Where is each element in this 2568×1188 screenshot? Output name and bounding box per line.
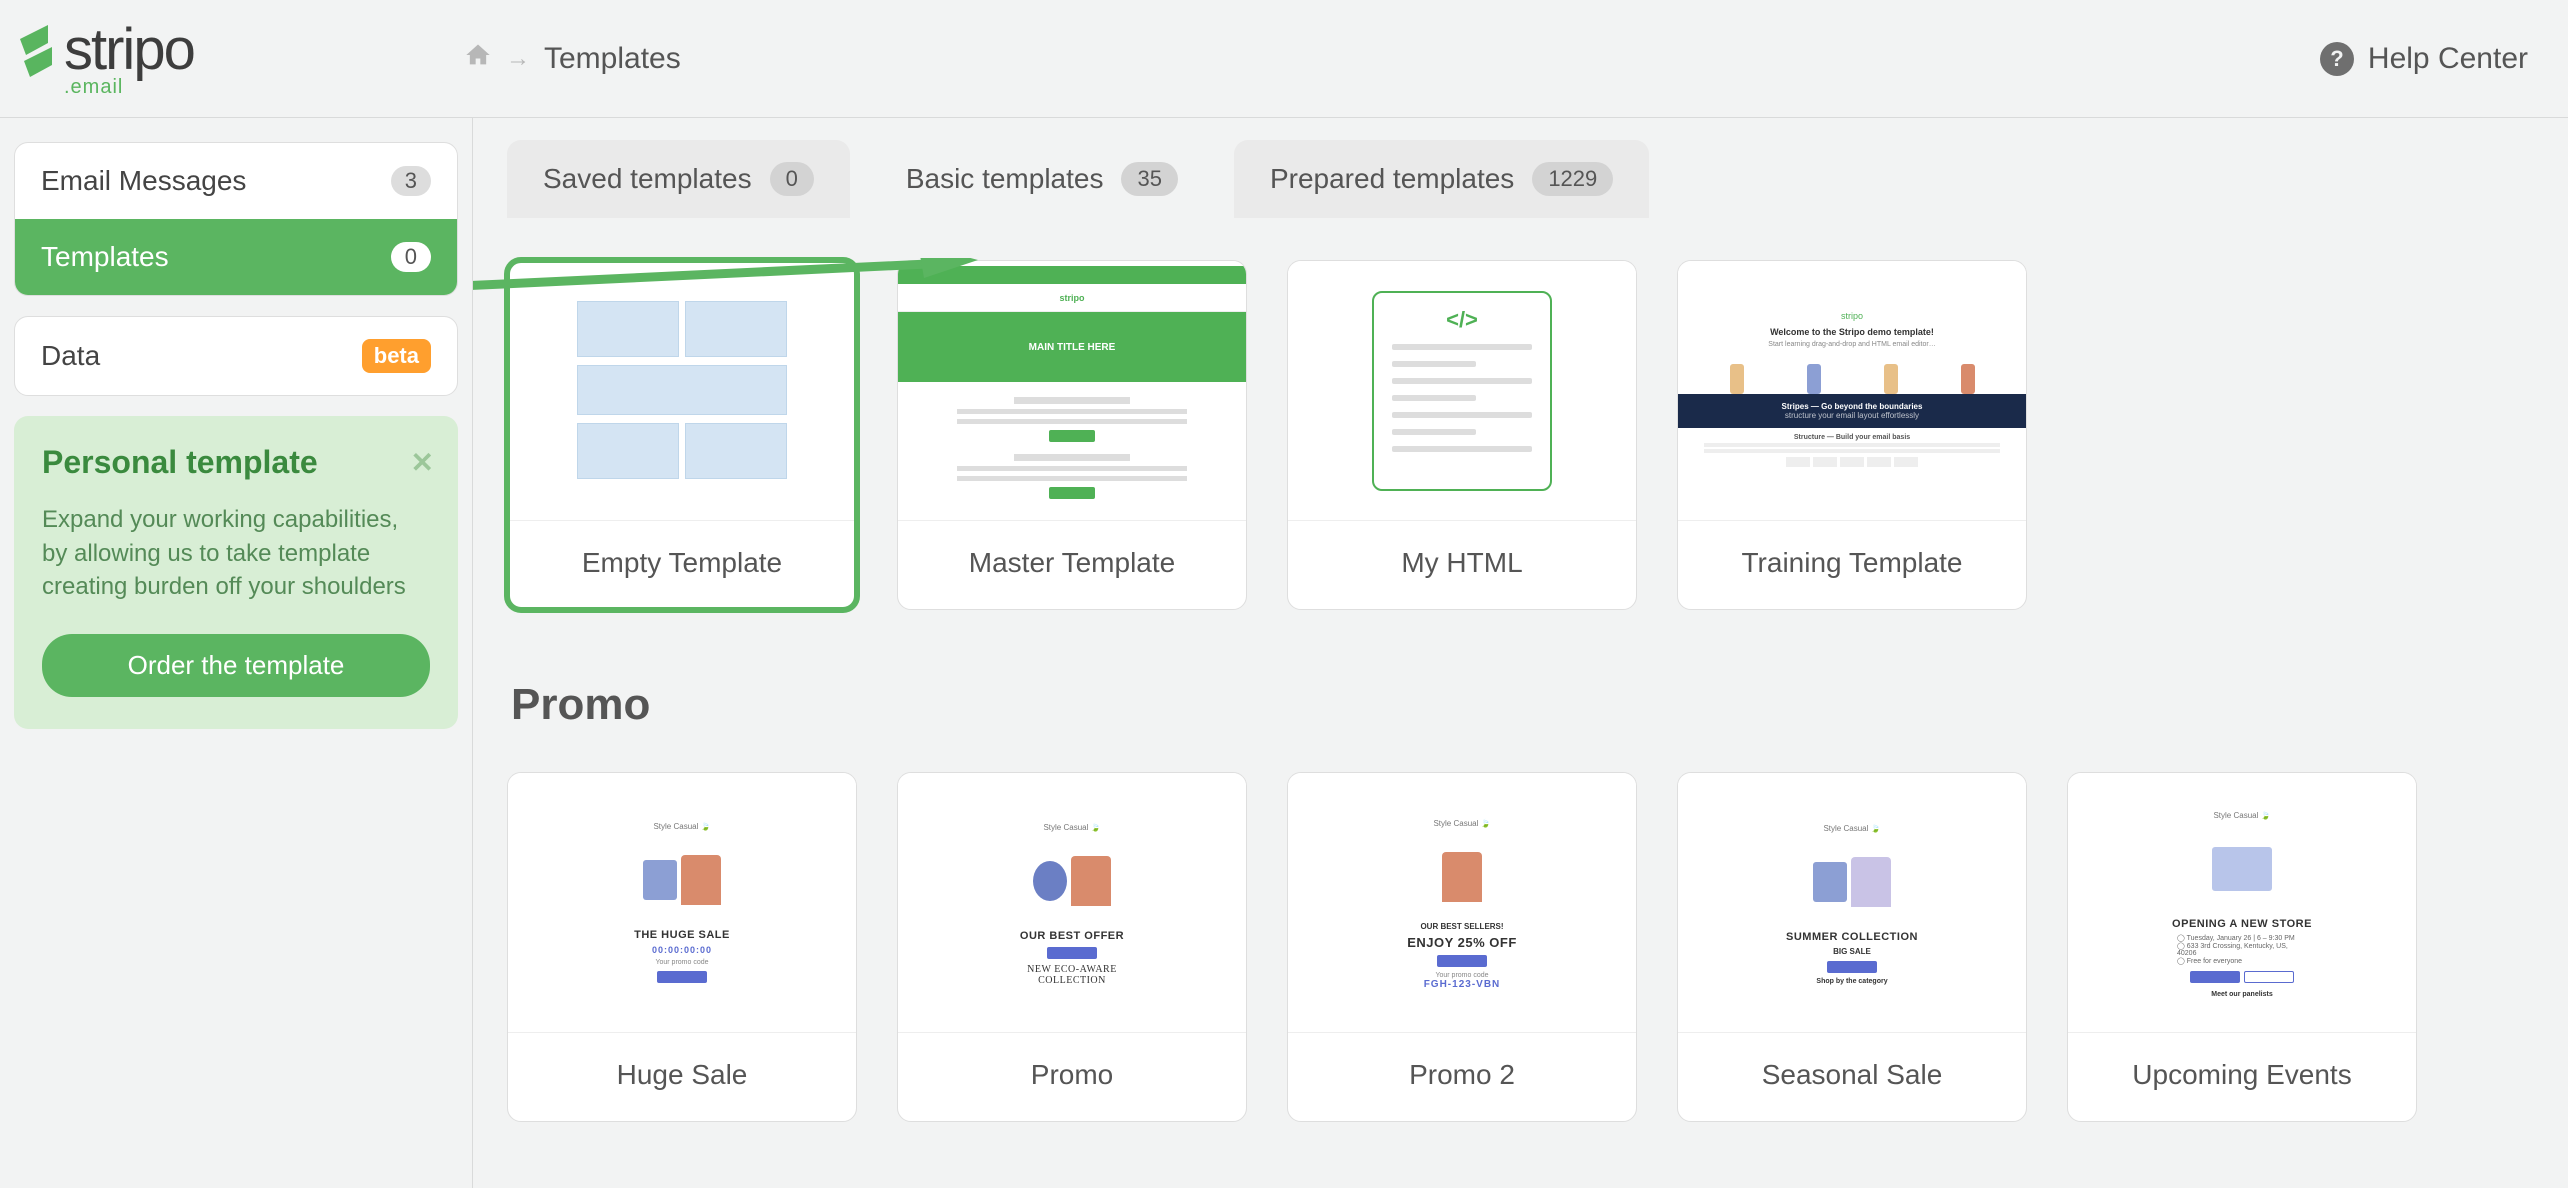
tab-label: Prepared templates — [1270, 163, 1514, 195]
topbar: stripo .email → Templates ? Help Center — [0, 0, 2568, 118]
section-title-promo: Promo — [511, 680, 2568, 730]
sidebar: Email Messages 3 Templates 0 Data beta ✕… — [0, 118, 473, 1188]
promo-templates-grid: Style Casual 🍃 THE HUGE SALE 00:00:00:00… — [507, 772, 2568, 1122]
template-label: Seasonal Sale — [1678, 1033, 2026, 1121]
order-template-button[interactable]: Order the template — [42, 634, 430, 697]
sidebar-item-label: Email Messages — [41, 165, 246, 197]
promo-card-body: Expand your working capabilities, by all… — [42, 503, 430, 604]
template-label: Master Template — [898, 521, 1246, 609]
home-icon[interactable] — [464, 41, 492, 77]
template-card-promo[interactable]: Style Casual 🍃 OUR BEST OFFER NEW ECO-AW… — [897, 772, 1247, 1122]
sidebar-item-count: 3 — [391, 166, 431, 196]
basic-templates-grid: Empty Template stripo MAIN TITLE HERE — [507, 260, 2568, 610]
tab-prepared-templates[interactable]: Prepared templates 1229 — [1234, 140, 1649, 218]
main-content: Saved templates 0 Basic templates 35 Pre… — [473, 118, 2568, 1188]
sidebar-item-email-messages[interactable]: Email Messages 3 — [15, 143, 457, 219]
logo[interactable]: stripo .email — [14, 21, 464, 97]
template-card-promo-2[interactable]: Style Casual 🍃 OUR BEST SELLERS! ENJOY 2… — [1287, 772, 1637, 1122]
template-label: Huge Sale — [508, 1033, 856, 1121]
sidebar-item-count: 0 — [391, 242, 431, 272]
tab-count: 0 — [770, 162, 814, 196]
template-card-training[interactable]: stripo Welcome to the Stripo demo templa… — [1677, 260, 2027, 610]
template-preview — [508, 261, 856, 521]
sidebar-item-label: Data — [41, 340, 100, 372]
template-card-master[interactable]: stripo MAIN TITLE HERE Master Template — [897, 260, 1247, 610]
breadcrumb: → Templates — [464, 41, 681, 77]
template-card-upcoming-events[interactable]: Style Casual 🍃 OPENING A NEW STORE ◯ Tue… — [2067, 772, 2417, 1122]
template-preview: </> — [1288, 261, 1636, 521]
help-icon[interactable]: ? — [2320, 42, 2354, 76]
template-label: Promo — [898, 1033, 1246, 1121]
template-preview: Style Casual 🍃 THE HUGE SALE 00:00:00:00… — [508, 773, 856, 1033]
code-icon: </> — [1392, 307, 1532, 333]
sidebar-item-templates[interactable]: Templates 0 — [15, 219, 457, 295]
sidebar-item-data[interactable]: Data beta — [14, 316, 458, 396]
template-card-empty[interactable]: Empty Template — [507, 260, 857, 610]
template-label: Training Template — [1678, 521, 2026, 609]
tab-label: Basic templates — [906, 163, 1104, 195]
logo-mark-icon — [14, 21, 58, 91]
template-tabs: Saved templates 0 Basic templates 35 Pre… — [507, 140, 2568, 218]
template-preview: stripo MAIN TITLE HERE — [898, 261, 1246, 521]
sidebar-menu: Email Messages 3 Templates 0 — [14, 142, 458, 296]
template-label: My HTML — [1288, 521, 1636, 609]
logo-sub: .email — [64, 77, 194, 97]
template-preview: stripo Welcome to the Stripo demo templa… — [1678, 261, 2026, 521]
sidebar-item-label: Templates — [41, 241, 169, 273]
promo-card-title: Personal template — [42, 444, 430, 481]
promo-card: ✕ Personal template Expand your working … — [14, 416, 458, 729]
template-preview: Style Casual 🍃 SUMMER COLLECTION BIG SAL… — [1678, 773, 2026, 1033]
tab-label: Saved templates — [543, 163, 752, 195]
help-center-link[interactable]: Help Center — [2368, 42, 2528, 76]
close-icon[interactable]: ✕ — [411, 446, 434, 479]
tab-basic-templates[interactable]: Basic templates 35 — [870, 140, 1214, 218]
template-card-huge-sale[interactable]: Style Casual 🍃 THE HUGE SALE 00:00:00:00… — [507, 772, 857, 1122]
template-preview: Style Casual 🍃 OUR BEST SELLERS! ENJOY 2… — [1288, 773, 1636, 1033]
template-card-my-html[interactable]: </> My HTML — [1287, 260, 1637, 610]
tab-count: 1229 — [1532, 162, 1613, 196]
template-card-seasonal-sale[interactable]: Style Casual 🍃 SUMMER COLLECTION BIG SAL… — [1677, 772, 2027, 1122]
template-label: Promo 2 — [1288, 1033, 1636, 1121]
logo-brand: stripo — [64, 21, 194, 79]
template-preview: Style Casual 🍃 OUR BEST OFFER NEW ECO-AW… — [898, 773, 1246, 1033]
template-label: Upcoming Events — [2068, 1033, 2416, 1121]
tab-saved-templates[interactable]: Saved templates 0 — [507, 140, 850, 218]
breadcrumb-separator-icon: → — [506, 45, 530, 73]
template-label: Empty Template — [508, 521, 856, 609]
beta-badge: beta — [362, 339, 431, 373]
tab-count: 35 — [1121, 162, 1177, 196]
template-preview: Style Casual 🍃 OPENING A NEW STORE ◯ Tue… — [2068, 773, 2416, 1033]
breadcrumb-current: Templates — [544, 42, 681, 76]
